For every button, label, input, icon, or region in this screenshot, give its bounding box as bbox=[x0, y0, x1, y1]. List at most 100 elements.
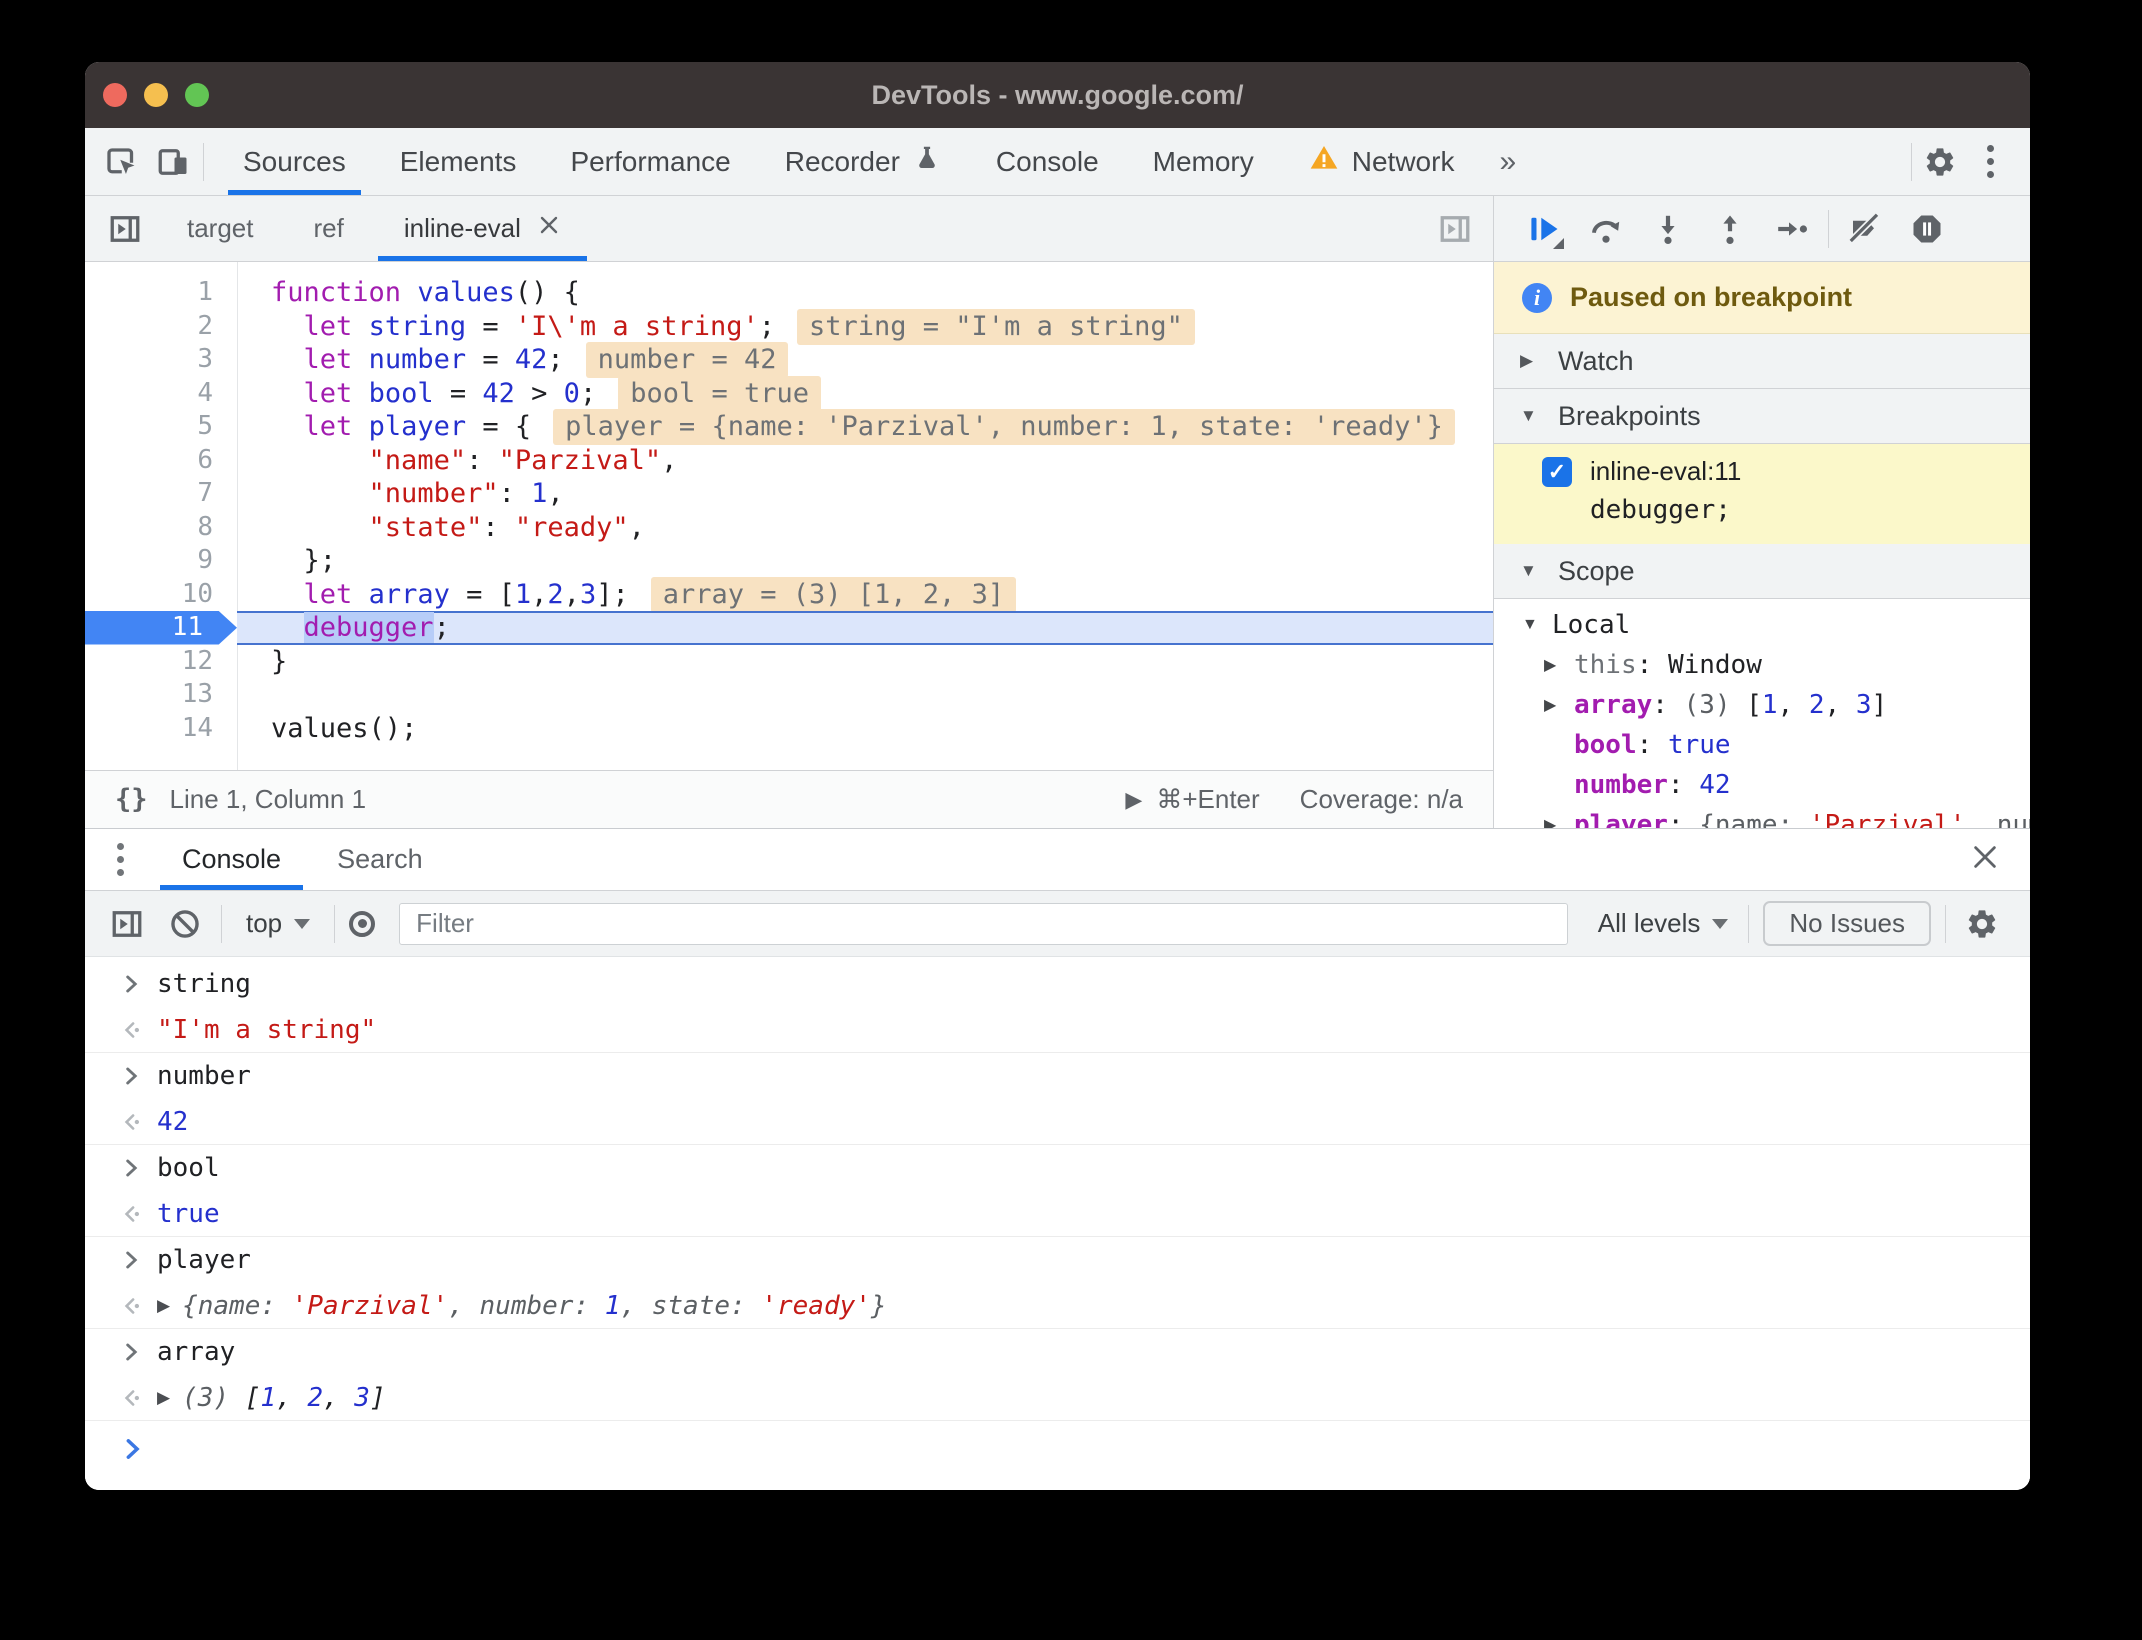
log-levels-selector[interactable]: All levels bbox=[1592, 908, 1735, 939]
show-console-sidebar-icon[interactable] bbox=[105, 902, 149, 946]
scope-row[interactable]: number: 42 bbox=[1494, 765, 2030, 805]
expand-triangle-icon[interactable]: ▶ bbox=[157, 1296, 170, 1316]
kebab-menu-icon[interactable] bbox=[1968, 145, 2012, 178]
run-snippet-icon[interactable]: ▶ bbox=[1125, 787, 1142, 813]
chevron-right-icon: ▶ bbox=[1544, 817, 1557, 828]
deactivate-breakpoints-icon[interactable] bbox=[1839, 203, 1891, 255]
scope-row[interactable]: bool: true bbox=[1494, 725, 2030, 765]
breakpoint-item[interactable]: ✓ inline-eval:11 debugger; bbox=[1494, 444, 2030, 544]
code-token: "ready" bbox=[514, 511, 629, 543]
settings-gear-icon[interactable] bbox=[1918, 140, 1962, 184]
filter-input[interactable] bbox=[399, 902, 1568, 945]
show-debugger-panel-icon[interactable] bbox=[1433, 207, 1477, 251]
show-navigator-icon[interactable] bbox=[103, 207, 147, 251]
file-tab-target[interactable]: target bbox=[157, 196, 284, 261]
editor-line: 14 values(); bbox=[85, 712, 1493, 746]
code-line[interactable]: function values() { bbox=[237, 276, 1493, 310]
line-number[interactable]: 6 bbox=[85, 444, 237, 478]
code-token: : bbox=[466, 444, 499, 476]
issues-button[interactable]: No Issues bbox=[1763, 901, 1931, 946]
line-number[interactable]: 9 bbox=[85, 544, 237, 578]
watch-section-header[interactable]: ▶ Watch bbox=[1494, 334, 2030, 389]
tab-memory[interactable]: Memory bbox=[1126, 128, 1281, 195]
context-selector[interactable]: top bbox=[236, 908, 320, 939]
line-number[interactable]: 1 bbox=[85, 276, 237, 310]
step-into-icon[interactable] bbox=[1642, 203, 1694, 255]
line-number[interactable]: 10 bbox=[85, 578, 237, 612]
file-tab-ref[interactable]: ref bbox=[284, 196, 374, 261]
scope-section-header[interactable]: ▼ Scope bbox=[1494, 544, 2030, 599]
drawer-menu-icon[interactable] bbox=[117, 843, 124, 876]
line-number[interactable]: 7 bbox=[85, 477, 237, 511]
drawer-tab-search[interactable]: Search bbox=[309, 829, 451, 890]
code-token: player bbox=[368, 411, 467, 442]
more-tabs-button[interactable]: » bbox=[1481, 145, 1534, 179]
tab-sources[interactable]: Sources bbox=[216, 128, 373, 195]
code-token: 1 bbox=[1761, 690, 1778, 720]
console-messages[interactable]: string "I'm a string" number 42 bool true play… bbox=[85, 957, 2030, 1490]
step-icon[interactable] bbox=[1766, 203, 1818, 255]
file-tab-inline-eval[interactable]: inline-eval bbox=[374, 196, 591, 261]
breakpoints-section-header[interactable]: ▼ Breakpoints bbox=[1494, 389, 2030, 444]
drawer-tab-console[interactable]: Console bbox=[154, 829, 309, 890]
code-line[interactable] bbox=[237, 678, 1493, 712]
console-settings-gear-icon[interactable] bbox=[1960, 902, 2004, 946]
code-token: : bbox=[498, 478, 532, 509]
step-over-icon[interactable] bbox=[1580, 203, 1632, 255]
code-line[interactable]: let bool = 42 > 0; bool = true bbox=[237, 375, 1493, 412]
command-chevron-icon bbox=[126, 975, 138, 993]
inspect-element-icon[interactable] bbox=[99, 140, 143, 184]
code-line[interactable]: "state": "ready", bbox=[237, 511, 1493, 545]
close-tab-icon[interactable] bbox=[537, 213, 561, 244]
console-command-row: bool bbox=[85, 1145, 2030, 1191]
tab-network[interactable]: Network bbox=[1281, 128, 1482, 195]
line-number[interactable]: 4 bbox=[85, 377, 237, 411]
line-number[interactable]: 2 bbox=[85, 310, 237, 344]
console-result-row: ▶ (3) [1, 2, 3] bbox=[85, 1375, 2030, 1421]
code-line[interactable]: "name": "Parzival", bbox=[237, 444, 1493, 478]
code-editor[interactable]: 1 function values() {2 let string = 'I\'m… bbox=[85, 262, 1493, 770]
line-number[interactable]: 14 bbox=[85, 712, 237, 746]
code-line[interactable]: } bbox=[237, 645, 1493, 679]
tab-console[interactable]: Console bbox=[969, 128, 1126, 195]
pretty-print-icon[interactable]: {} bbox=[115, 784, 148, 815]
code-line[interactable]: "number": 1, bbox=[237, 477, 1493, 511]
tab-elements[interactable]: Elements bbox=[373, 128, 544, 195]
code-line[interactable]: let string = 'I\'m a string'; string = "I… bbox=[237, 308, 1493, 345]
line-number[interactable]: 3 bbox=[85, 343, 237, 377]
current-line-marker[interactable]: 11 bbox=[85, 611, 237, 645]
console-result-row: true bbox=[85, 1191, 2030, 1237]
scope-row[interactable]: ▶player: {name: 'Parzival', number: 1, s… bbox=[1494, 805, 2030, 828]
tab-recorder[interactable]: Recorder bbox=[758, 128, 969, 195]
breakpoint-checkbox[interactable]: ✓ bbox=[1542, 456, 1572, 487]
code-token: "I'm a string" bbox=[157, 1014, 377, 1045]
code-line[interactable]: }; bbox=[237, 544, 1493, 578]
line-number[interactable]: 13 bbox=[85, 678, 237, 712]
close-drawer-icon[interactable] bbox=[1970, 842, 2000, 877]
code-line[interactable]: debugger; bbox=[237, 611, 1493, 645]
line-number[interactable]: 5 bbox=[85, 410, 237, 444]
chevron-down-icon bbox=[294, 918, 311, 929]
code-token: number bbox=[157, 1061, 251, 1091]
console-prompt-row[interactable] bbox=[85, 1421, 2030, 1477]
scope-row[interactable]: ▶ this: Window bbox=[1494, 645, 2030, 685]
code-line[interactable]: let array = [1,2,3]; array = (3) [1, 2, 3… bbox=[237, 576, 1493, 613]
resume-script-icon[interactable] bbox=[1518, 203, 1570, 255]
expand-triangle-icon[interactable]: ▶ bbox=[157, 1388, 170, 1408]
scope-row[interactable]: ▶ array: (3) [1, 2, 3] bbox=[1494, 685, 2030, 725]
code-line[interactable]: values(); bbox=[237, 712, 1493, 746]
live-expression-eye-icon[interactable] bbox=[349, 910, 376, 937]
code-line[interactable]: let number = 42; number = 42 bbox=[237, 342, 1493, 378]
code-token: 2 bbox=[1808, 690, 1825, 720]
code-token: player bbox=[1574, 810, 1668, 828]
line-number[interactable]: 8 bbox=[85, 511, 237, 545]
code-line[interactable]: let player = {player = {name: 'Parzival'… bbox=[237, 409, 1493, 445]
line-number[interactable]: 12 bbox=[85, 645, 237, 679]
step-out-icon[interactable] bbox=[1704, 203, 1756, 255]
clear-console-icon[interactable] bbox=[163, 902, 207, 946]
device-toolbar-icon[interactable] bbox=[151, 140, 195, 184]
pause-on-exceptions-icon[interactable] bbox=[1901, 203, 1953, 255]
scope-row[interactable]: ▼ Local bbox=[1494, 605, 2030, 645]
tab-performance[interactable]: Performance bbox=[543, 128, 757, 195]
